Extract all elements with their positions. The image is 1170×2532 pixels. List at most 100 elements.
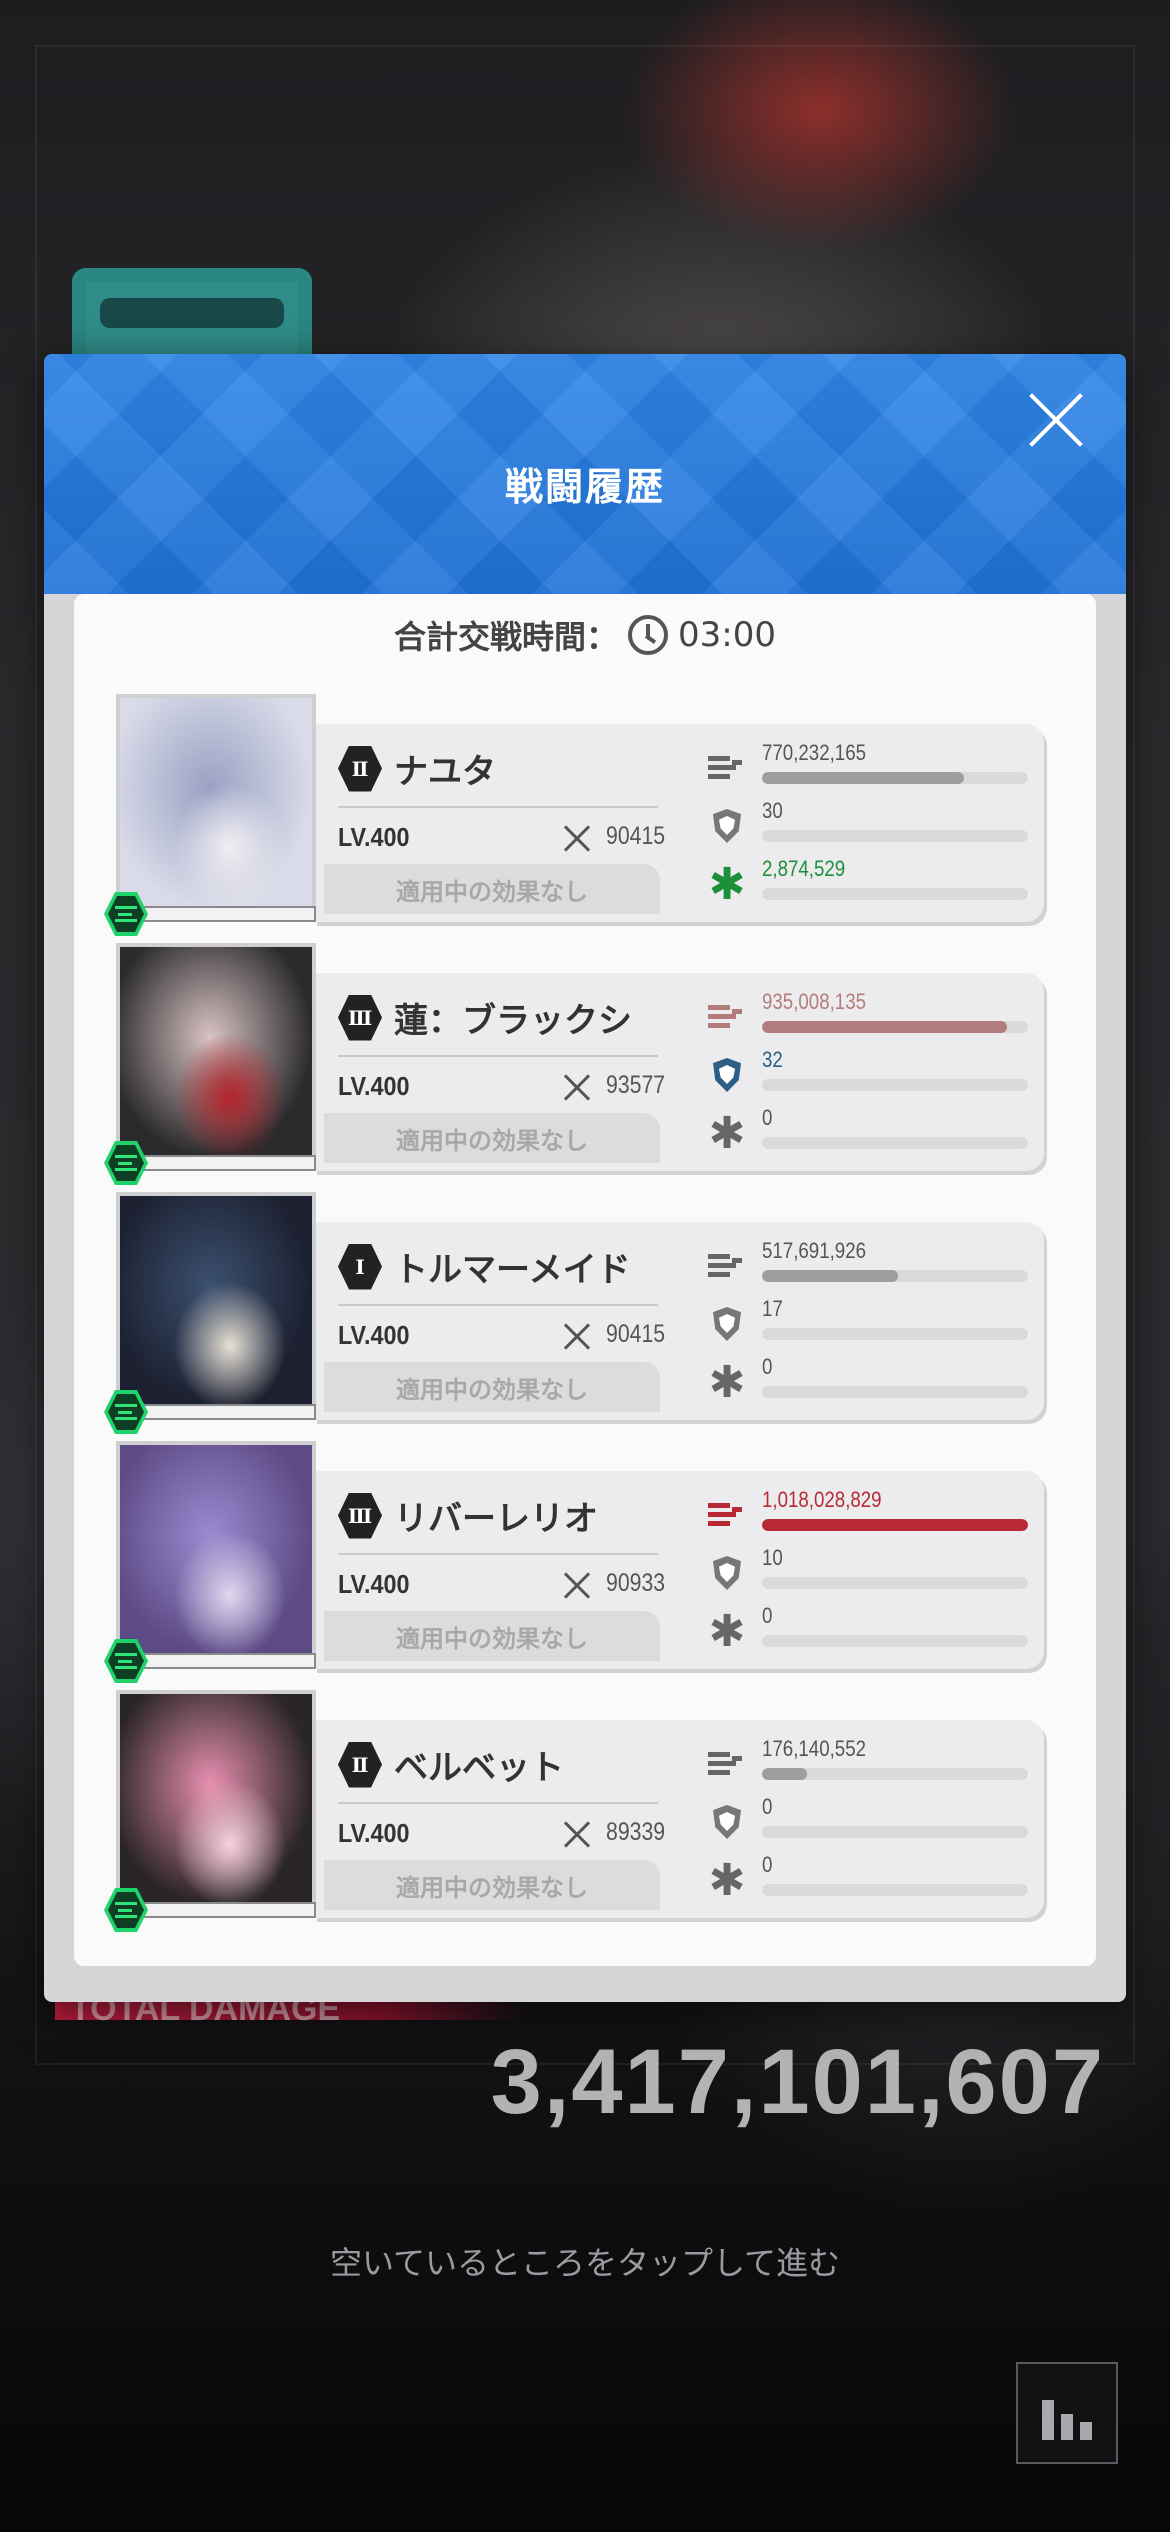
burst-grade-badge: Ⅲ: [338, 994, 382, 1041]
heal-icon: ✱: [708, 1606, 746, 1657]
shield-icon: [708, 1306, 746, 1344]
heal-stat: ✱ 0: [708, 1852, 1028, 1908]
unit-row[interactable]: Ⅲ 蓮：ブラックシ LV.400 93577 適用中の効果なし 935,008,…: [104, 943, 1054, 1185]
damage-bar: [762, 1021, 1028, 1033]
shield-stat: 32: [708, 1047, 1028, 1103]
damage-bar-fill: [762, 1270, 898, 1282]
name-divider: [338, 806, 658, 808]
total-damage-value: 3,417,101,607: [490, 2031, 1105, 2133]
damage-stat: 517,691,926: [708, 1238, 1028, 1294]
heal-icon: ✱: [708, 1855, 746, 1906]
unit-portrait: [116, 943, 316, 1168]
wind-icon: [115, 1155, 137, 1171]
shield-icon: [708, 1057, 746, 1095]
battle-history-modal: 戦闘履歴 合計交戦時間： 03:00 Ⅱ ナユタ LV.400 90415 適用…: [44, 354, 1126, 2002]
swords-icon: [562, 1820, 592, 1850]
damage-bar-fill: [762, 1768, 808, 1780]
burst-grade-badge: Ⅰ: [338, 1243, 382, 1290]
unit-name-row: Ⅱ ベルベット: [338, 1740, 564, 1789]
unit-power: 89339: [606, 1818, 666, 1846]
shield-icon: [708, 1804, 746, 1842]
total-battle-time-value: 03:00: [678, 615, 776, 655]
shield-icon: [708, 1555, 746, 1593]
unit-level: LV.400: [338, 1569, 410, 1599]
damage-icon: [708, 1746, 746, 1784]
heal-stat: ✱ 0: [708, 1105, 1028, 1161]
damage-icon: [708, 999, 746, 1037]
effect-status: 適用中の効果なし: [324, 1611, 660, 1661]
battle-history-panel: 合計交戦時間： 03:00 Ⅱ ナユタ LV.400 90415 適用中の効果な…: [74, 594, 1096, 1966]
unit-name: 蓮：ブラックシ: [394, 1001, 632, 1041]
unit-row[interactable]: Ⅱ ベルベット LV.400 89339 適用中の効果なし 176,140,55…: [104, 1690, 1054, 1932]
swords-icon: [562, 1322, 592, 1352]
unit-name-row: Ⅱ ナユタ: [338, 744, 496, 793]
total-battle-time-label: 合計交戦時間：: [394, 618, 619, 656]
burst-grade-badge: Ⅱ: [338, 745, 382, 792]
shield-icon: [708, 808, 746, 846]
shield-stat: 17: [708, 1296, 1028, 1352]
shield-value: 0: [762, 1794, 773, 1819]
damage-stat: 935,008,135: [708, 989, 1028, 1045]
heal-stat: ✱ 0: [708, 1603, 1028, 1659]
unit-portrait: [116, 694, 316, 919]
heal-bar: [762, 1884, 1028, 1896]
name-divider: [338, 1553, 658, 1555]
damage-bar: [762, 772, 1028, 784]
unit-level: LV.400: [338, 822, 410, 852]
name-divider: [338, 1802, 658, 1804]
stats-chart-icon-bar: [1061, 2414, 1073, 2440]
damage-bar-fill: [762, 1021, 1007, 1033]
heal-bar: [762, 1635, 1028, 1647]
unit-name: トルマーメイド: [394, 1250, 631, 1290]
shield-value: 10: [762, 1545, 783, 1570]
unit-row[interactable]: Ⅱ ナユタ LV.400 90415 適用中の効果なし 770,232,165 …: [104, 694, 1054, 936]
unit-name: リバーレリオ: [394, 1499, 598, 1539]
effect-status: 適用中の効果なし: [324, 864, 660, 914]
damage-bar-fill: [762, 1519, 1028, 1531]
shield-bar: [762, 1079, 1028, 1091]
unit-portrait: [116, 1441, 316, 1666]
tap-to-continue-hint[interactable]: 空いているところをタップして進む: [0, 2238, 1170, 2284]
unit-level: LV.400: [338, 1818, 410, 1848]
unit-level: LV.400: [338, 1071, 410, 1101]
damage-bar: [762, 1519, 1028, 1531]
background-tab: [72, 268, 312, 368]
shield-value: 30: [762, 798, 783, 823]
shield-bar: [762, 1328, 1028, 1340]
heal-value: 0: [762, 1603, 773, 1628]
damage-stat: 770,232,165: [708, 740, 1028, 796]
wind-icon: [115, 1902, 137, 1918]
shield-stat: 30: [708, 798, 1028, 854]
heal-stat: ✱ 2,874,529: [708, 856, 1028, 912]
shield-value: 32: [762, 1047, 783, 1072]
burst-grade-badge: Ⅲ: [338, 1492, 382, 1539]
heal-value: 0: [762, 1354, 773, 1379]
total-battle-time: 合計交戦時間： 03:00: [74, 612, 1096, 658]
unit-row[interactable]: Ⅲ リバーレリオ LV.400 90933 適用中の効果なし 1,018,028…: [104, 1441, 1054, 1683]
damage-stat: 176,140,552: [708, 1736, 1028, 1792]
name-divider: [338, 1304, 658, 1306]
burst-grade-badge: Ⅱ: [338, 1741, 382, 1788]
damage-value: 770,232,165: [762, 740, 866, 765]
unit-portrait: [116, 1690, 316, 1915]
unit-power: 90933: [606, 1569, 666, 1597]
shield-stat: 10: [708, 1545, 1028, 1601]
shield-value: 17: [762, 1296, 783, 1321]
unit-name: ナユタ: [394, 752, 496, 792]
heal-value: 2,874,529: [762, 856, 846, 881]
swords-icon: [562, 1571, 592, 1601]
stats-chart-button[interactable]: [1016, 2362, 1118, 2464]
damage-bar-fill: [762, 772, 965, 784]
unit-power: 90415: [606, 822, 666, 850]
unit-name: ベルベット: [394, 1748, 564, 1788]
heal-stat: ✱ 0: [708, 1354, 1028, 1410]
damage-value: 935,008,135: [762, 989, 866, 1014]
unit-row[interactable]: Ⅰ トルマーメイド LV.400 90415 適用中の効果なし 517,691,…: [104, 1192, 1054, 1434]
close-icon[interactable]: [1026, 390, 1086, 450]
damage-bar: [762, 1270, 1028, 1282]
damage-value: 517,691,926: [762, 1238, 866, 1263]
shield-bar: [762, 1577, 1028, 1589]
heal-bar: [762, 888, 1028, 900]
effect-status: 適用中の効果なし: [324, 1860, 660, 1910]
heal-icon: ✱: [708, 1357, 746, 1408]
